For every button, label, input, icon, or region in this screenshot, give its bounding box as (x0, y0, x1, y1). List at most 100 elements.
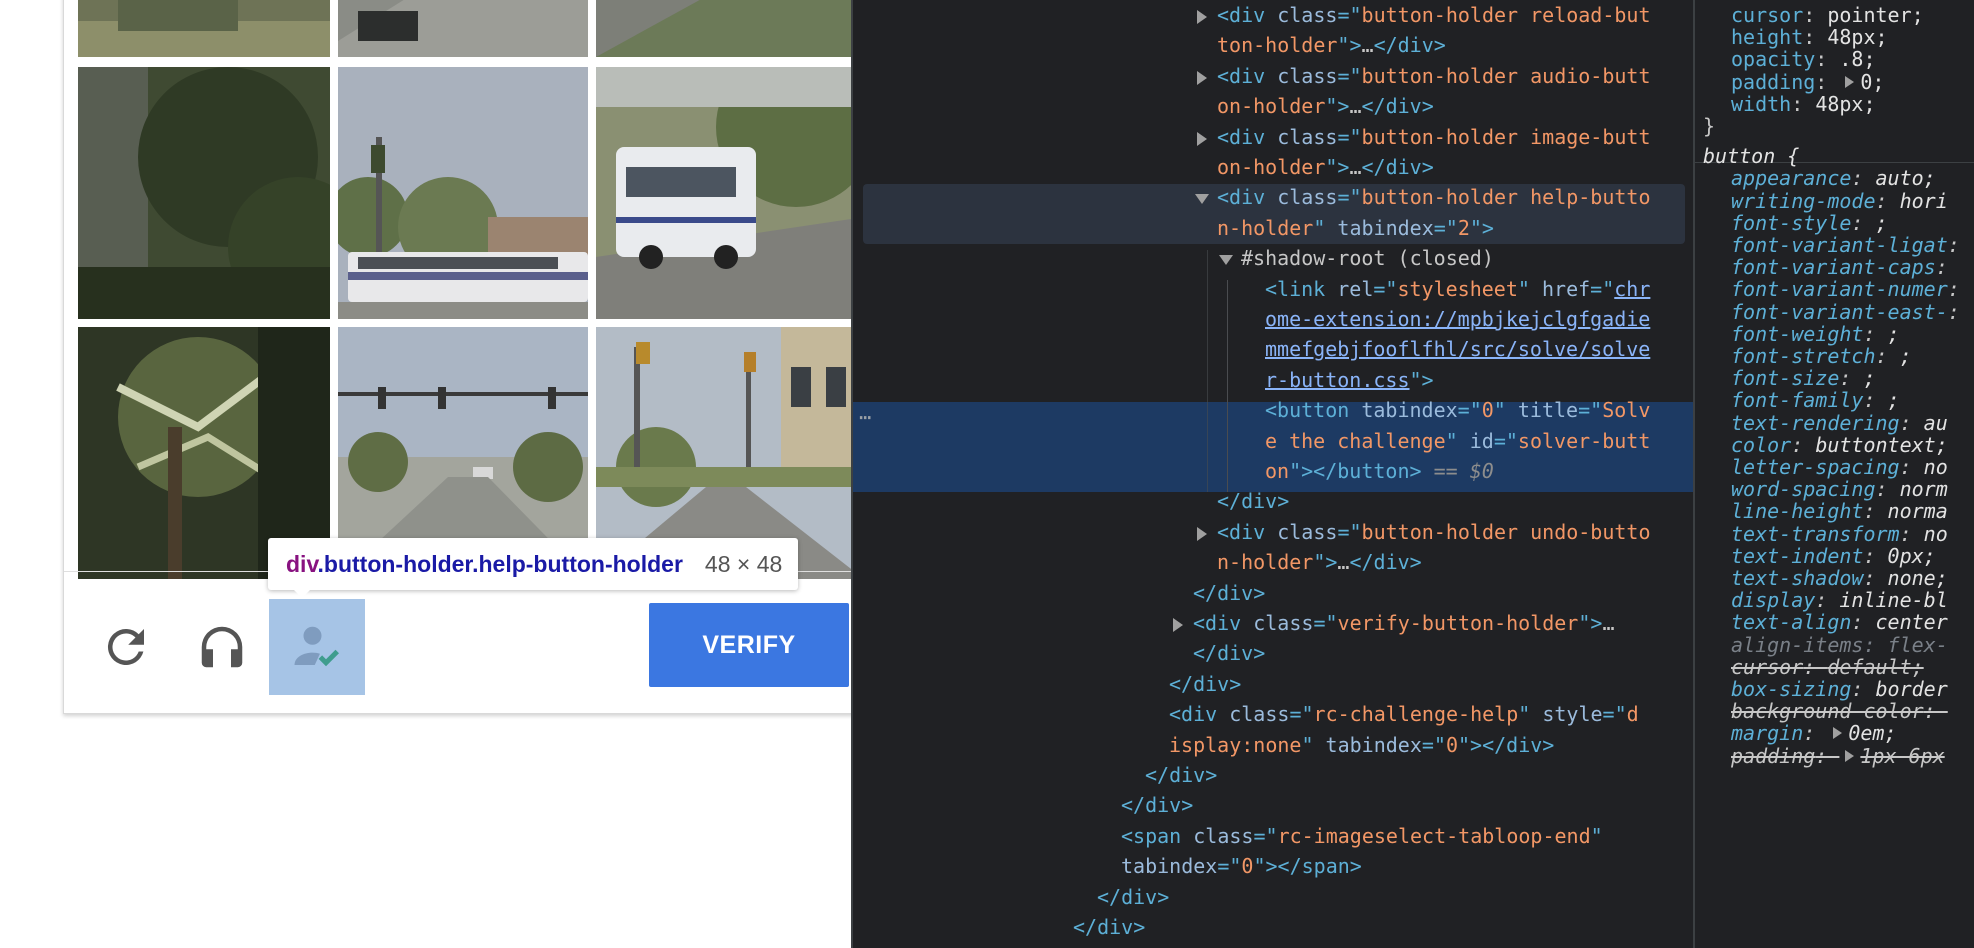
style-property[interactable]: line-height (1731, 499, 1863, 523)
style-property[interactable]: margin (1731, 721, 1803, 745)
style-value[interactable]: norma (1888, 499, 1948, 523)
captcha-tile-2[interactable] (338, 67, 588, 319)
style-property[interactable]: cursor (1731, 3, 1803, 27)
audio-button[interactable] (174, 599, 270, 695)
dom-node-row[interactable]: <div class="button-holder reload-but (853, 0, 1695, 30)
dom-node-row[interactable]: isplay:none" tabindex="0"></div> (853, 730, 1695, 760)
expand-closed-icon[interactable] (1195, 0, 1209, 30)
dom-node-row[interactable]: on-holder">…</div> (853, 91, 1695, 121)
style-value[interactable]: flex- (1888, 633, 1948, 657)
style-value[interactable]: ; (1863, 366, 1875, 390)
expand-closed-icon[interactable] (1195, 122, 1209, 152)
style-property[interactable]: padding (1731, 70, 1815, 94)
expand-shorthand-icon[interactable] (1845, 75, 1855, 88)
style-property[interactable]: text-shadow (1731, 566, 1863, 590)
rule-close-brace[interactable]: } (1703, 114, 1974, 142)
dom-node-row[interactable]: <div class="verify-button-holder">… (853, 608, 1695, 638)
style-value[interactable]: inline-bl (1839, 588, 1947, 612)
style-value[interactable]: no (1924, 522, 1948, 546)
style-value[interactable]: ; (1888, 322, 1900, 346)
help-button[interactable] (269, 599, 365, 695)
dom-node-row[interactable]: on-holder">…</div> (853, 152, 1695, 182)
style-value[interactable]: no (1924, 455, 1948, 479)
dom-node-row[interactable]: n-holder" tabindex="2"> (853, 213, 1695, 243)
dom-node-row[interactable]: <div class="button-holder audio-butt (853, 61, 1695, 91)
style-value[interactable]: none; (1888, 566, 1948, 590)
dom-token-link[interactable]: mmefgebjfooflfhl/src/solve/solve (1265, 337, 1650, 361)
captcha-tile-1[interactable] (78, 67, 330, 319)
dom-node-row[interactable]: </div> (853, 760, 1695, 790)
style-property[interactable]: font-size (1731, 366, 1839, 390)
captcha-tile-partial-1[interactable] (78, 0, 330, 57)
dom-node-row[interactable]: ton-holder">…</div> (853, 30, 1695, 60)
style-property[interactable]: font-variant-east- (1731, 300, 1948, 324)
expand-open-icon[interactable] (1195, 182, 1209, 212)
style-value[interactable]: ; (1876, 211, 1888, 235)
style-property[interactable]: align-items (1731, 633, 1863, 657)
style-property[interactable]: appearance (1731, 166, 1851, 190)
dom-node-row[interactable]: </div> (853, 882, 1695, 912)
captcha-tile-3[interactable] (596, 67, 851, 319)
dom-node-row[interactable]: <button tabindex="0" title="Solv (853, 395, 1695, 425)
dom-node-row[interactable]: </div> (853, 486, 1695, 516)
style-value[interactable]: norm (1900, 477, 1948, 501)
style-value[interactable]: center (1876, 610, 1948, 634)
style-property[interactable]: word-spacing (1731, 477, 1876, 501)
dom-node-row[interactable]: ome-extension://mpbjkejclgfgadie (853, 304, 1695, 334)
style-value[interactable]: hori (1900, 189, 1948, 213)
dom-node-row[interactable]: <div class="rc-challenge-help" style="d (853, 699, 1695, 729)
style-property[interactable]: opacity (1731, 47, 1815, 71)
style-property[interactable]: background-color (1731, 699, 1924, 723)
dom-node-row[interactable]: #shadow-root (closed) (853, 243, 1695, 273)
reload-button[interactable] (78, 599, 174, 695)
expand-closed-icon[interactable] (1195, 61, 1209, 91)
style-value[interactable]: ; (1888, 388, 1900, 412)
style-property[interactable]: font-variant-numer (1731, 277, 1948, 301)
dom-token-link[interactable]: r-button.css (1265, 368, 1410, 392)
style-property[interactable]: letter-spacing (1731, 455, 1900, 479)
style-property[interactable]: text-rendering (1731, 411, 1900, 435)
style-value[interactable]: 0em; (1848, 721, 1896, 745)
style-value[interactable]: pointer; (1827, 3, 1923, 27)
style-property[interactable]: font-weight (1731, 322, 1863, 346)
style-declaration[interactable]: padding: 1px 6px (1731, 744, 1974, 772)
style-property[interactable]: padding (1731, 744, 1815, 768)
style-value[interactable]: ; (1900, 344, 1912, 368)
style-value[interactable]: au (1924, 411, 1948, 435)
dom-node-row[interactable]: </div> (853, 912, 1695, 942)
style-value[interactable]: border (1876, 677, 1948, 701)
captcha-tile-partial-3[interactable] (596, 0, 851, 57)
style-value[interactable]: default; (1827, 655, 1923, 679)
expand-open-icon[interactable] (1219, 243, 1233, 273)
style-property[interactable]: display (1731, 588, 1815, 612)
style-property[interactable]: color (1731, 433, 1791, 457)
dom-node-row[interactable]: n-holder">…</div> (853, 547, 1695, 577)
dom-node-row[interactable]: </div> (853, 790, 1695, 820)
style-property[interactable]: writing-mode (1731, 189, 1876, 213)
style-property[interactable]: font-stretch (1731, 344, 1876, 368)
dom-token-link[interactable]: chr (1614, 277, 1650, 301)
style-property[interactable]: width (1731, 92, 1791, 116)
style-value[interactable]: 48px; (1815, 92, 1875, 116)
style-value[interactable]: 48px; (1827, 25, 1887, 49)
style-value[interactable]: 1px 6px (1860, 744, 1944, 768)
dom-node-row[interactable]: tabindex="0"></span> (853, 851, 1695, 881)
style-value[interactable]: .8; (1839, 47, 1875, 71)
style-property[interactable]: font-family (1731, 388, 1863, 412)
style-value[interactable]: buttontext; (1815, 433, 1947, 457)
dom-node-row[interactable]: on"></button> == $0 (853, 456, 1695, 486)
expand-closed-icon[interactable] (1195, 517, 1209, 547)
style-property[interactable]: font-style (1731, 211, 1851, 235)
expand-shorthand-icon[interactable] (1845, 749, 1855, 762)
style-value[interactable]: 0px; (1888, 544, 1936, 568)
style-property[interactable]: cursor (1731, 655, 1803, 679)
dom-node-row[interactable]: </div> (853, 578, 1695, 608)
style-property[interactable]: font-variant-ligat (1731, 233, 1948, 257)
style-property[interactable]: font-variant-caps (1731, 255, 1936, 279)
dom-token-link[interactable]: ome-extension://mpbjkejclgfgadie (1265, 307, 1650, 331)
style-property[interactable]: text-indent (1731, 544, 1863, 568)
style-value[interactable]: 0; (1860, 70, 1884, 94)
dom-node-row[interactable]: e the challenge" id="solver-butt (853, 426, 1695, 456)
dom-node-row[interactable]: <div class="button-holder undo-butto (853, 517, 1695, 547)
style-property[interactable]: text-transform (1731, 522, 1900, 546)
